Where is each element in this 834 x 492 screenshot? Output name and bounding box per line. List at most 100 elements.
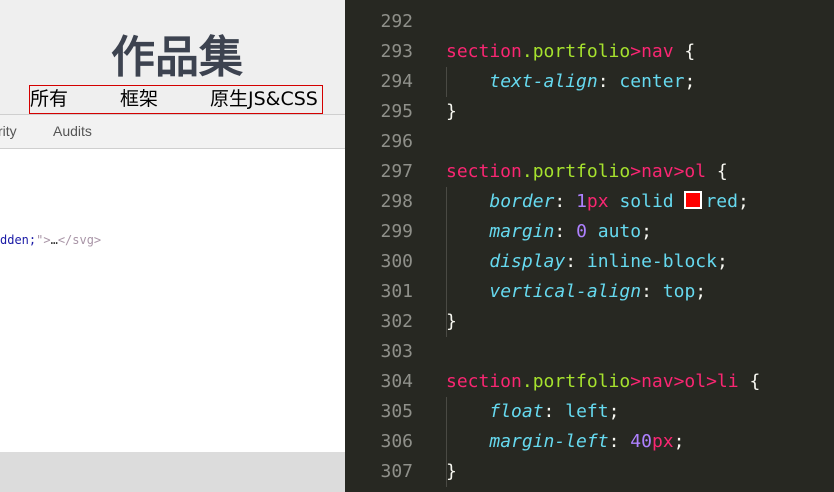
code-line[interactable]: 291} <box>345 0 834 7</box>
code-token: 40 <box>630 431 652 452</box>
line-number: 303 <box>380 341 413 362</box>
code-line[interactable]: 304 section.portfolio>nav>ol>li { <box>345 367 834 397</box>
code-line[interactable]: 292 <box>345 7 834 37</box>
line-number: 297 <box>380 161 413 182</box>
code-token: : <box>641 281 663 302</box>
code-token: section <box>446 371 522 392</box>
code-text: vertical-align: top; <box>446 277 706 307</box>
code-text: border: 1px solid red; <box>446 187 749 217</box>
closing-tag: </svg> <box>57 233 102 247</box>
code-token: ; <box>673 431 685 452</box>
code-text: margin-left: 40px; <box>446 427 684 457</box>
code-token: } <box>446 311 457 332</box>
color-swatch-icon <box>684 191 703 209</box>
code-text: float: left; <box>446 397 619 427</box>
indent-guide <box>446 397 447 487</box>
nav-item-all[interactable]: 所有 <box>30 86 68 113</box>
code-token: solid <box>608 191 685 212</box>
ellipsis[interactable]: … <box>51 233 58 247</box>
code-line[interactable]: 305 float: left; <box>345 397 834 427</box>
indent-guide <box>446 187 447 337</box>
line-number: 296 <box>380 131 413 152</box>
code-token: : <box>608 431 631 452</box>
code-token: float <box>489 401 544 422</box>
code-token: auto <box>586 221 642 242</box>
code-token: 1 <box>576 191 587 212</box>
indent-guide <box>446 67 447 97</box>
code-text: } <box>446 457 457 487</box>
code-token: margin <box>489 221 555 242</box>
browser-panel: 作品集 所有 框架 原生JS&CSS rity Audits dden;">…<… <box>0 0 345 492</box>
dom-node-svg[interactable]: dden;">…</svg> <box>0 233 101 247</box>
code-line[interactable]: 302} <box>345 307 834 337</box>
line-number: 300 <box>380 251 413 272</box>
line-number: 307 <box>380 461 413 482</box>
code-line[interactable]: 306 margin-left: 40px; <box>345 427 834 457</box>
code-line[interactable]: 296 <box>345 127 834 157</box>
code-token: px <box>586 191 609 212</box>
line-number: 301 <box>380 281 413 302</box>
code-line[interactable]: 299 margin: 0 auto; <box>345 217 834 247</box>
code-token: >nav>ol>li <box>630 371 739 392</box>
code-line[interactable]: 300 display: inline-block; <box>345 247 834 277</box>
code-line[interactable]: 298 border: 1px solid red; <box>345 187 834 217</box>
code-token: red <box>705 191 738 212</box>
devtools-tabs: rity Audits <box>0 115 345 149</box>
code-token: : <box>554 221 577 242</box>
code-text: } <box>446 307 457 337</box>
nav-item-frameworks[interactable]: 框架 <box>120 86 158 113</box>
line-number: 304 <box>380 371 413 392</box>
code-token: center <box>619 71 685 92</box>
line-number: 306 <box>380 431 413 452</box>
elements-panel: dden;">…</svg> <box>0 149 345 452</box>
code-token: ; <box>716 251 728 272</box>
line-number: 302 <box>380 311 413 332</box>
portfolio-nav: 所有 框架 原生JS&CSS <box>29 85 323 114</box>
line-number: 305 <box>380 401 413 422</box>
code-token: : <box>597 71 620 92</box>
code-token: .portfolio <box>521 41 631 62</box>
code-token: text-align <box>489 71 598 92</box>
code-token: : <box>543 401 566 422</box>
code-token: ; <box>608 401 620 422</box>
code-token: section <box>446 41 522 62</box>
code-token: inline-block <box>586 251 717 272</box>
code-token: ; <box>737 191 749 212</box>
code-token: : <box>565 251 587 272</box>
code-token: } <box>446 101 457 122</box>
tab-security[interactable]: rity <box>0 115 17 148</box>
code-line[interactable]: 297 section.portfolio>nav>ol { <box>345 157 834 187</box>
attr-value: dden; <box>0 233 37 247</box>
code-token: ; <box>684 71 696 92</box>
code-line[interactable]: 303 <box>345 337 834 367</box>
code-text: section.portfolio>nav>ol { <box>446 157 728 187</box>
code-token: { <box>738 371 761 392</box>
tab-audits[interactable]: Audits <box>53 115 92 148</box>
code-token: top <box>662 281 696 302</box>
code-line[interactable]: 294 text-align: center; <box>345 67 834 97</box>
page-title: 作品集 <box>111 32 243 83</box>
line-number: 291 <box>345 0 413 7</box>
code-token: { <box>706 161 728 182</box>
code-text: text-align: center; <box>446 67 695 97</box>
code-line[interactable]: 295} <box>345 97 834 127</box>
code-token: 0 <box>576 221 587 242</box>
code-line[interactable]: 307} <box>345 457 834 487</box>
nav-item-native[interactable]: 原生JS&CSS <box>210 86 318 113</box>
code-editor[interactable]: 291}292293section.portfolio>nav {294 tex… <box>345 0 834 492</box>
code-text: } <box>446 0 457 7</box>
line-number: 299 <box>380 221 413 242</box>
code-text: } <box>446 97 457 127</box>
line-number: 298 <box>380 191 413 212</box>
code-token: } <box>446 461 457 482</box>
code-line[interactable]: 293 section.portfolio>nav { <box>345 37 834 67</box>
code-token: .portfolio <box>521 371 631 392</box>
code-token: margin-left <box>489 431 609 452</box>
code-line[interactable]: 301 vertical-align: top; <box>345 277 834 307</box>
line-number: 293 <box>380 41 413 62</box>
